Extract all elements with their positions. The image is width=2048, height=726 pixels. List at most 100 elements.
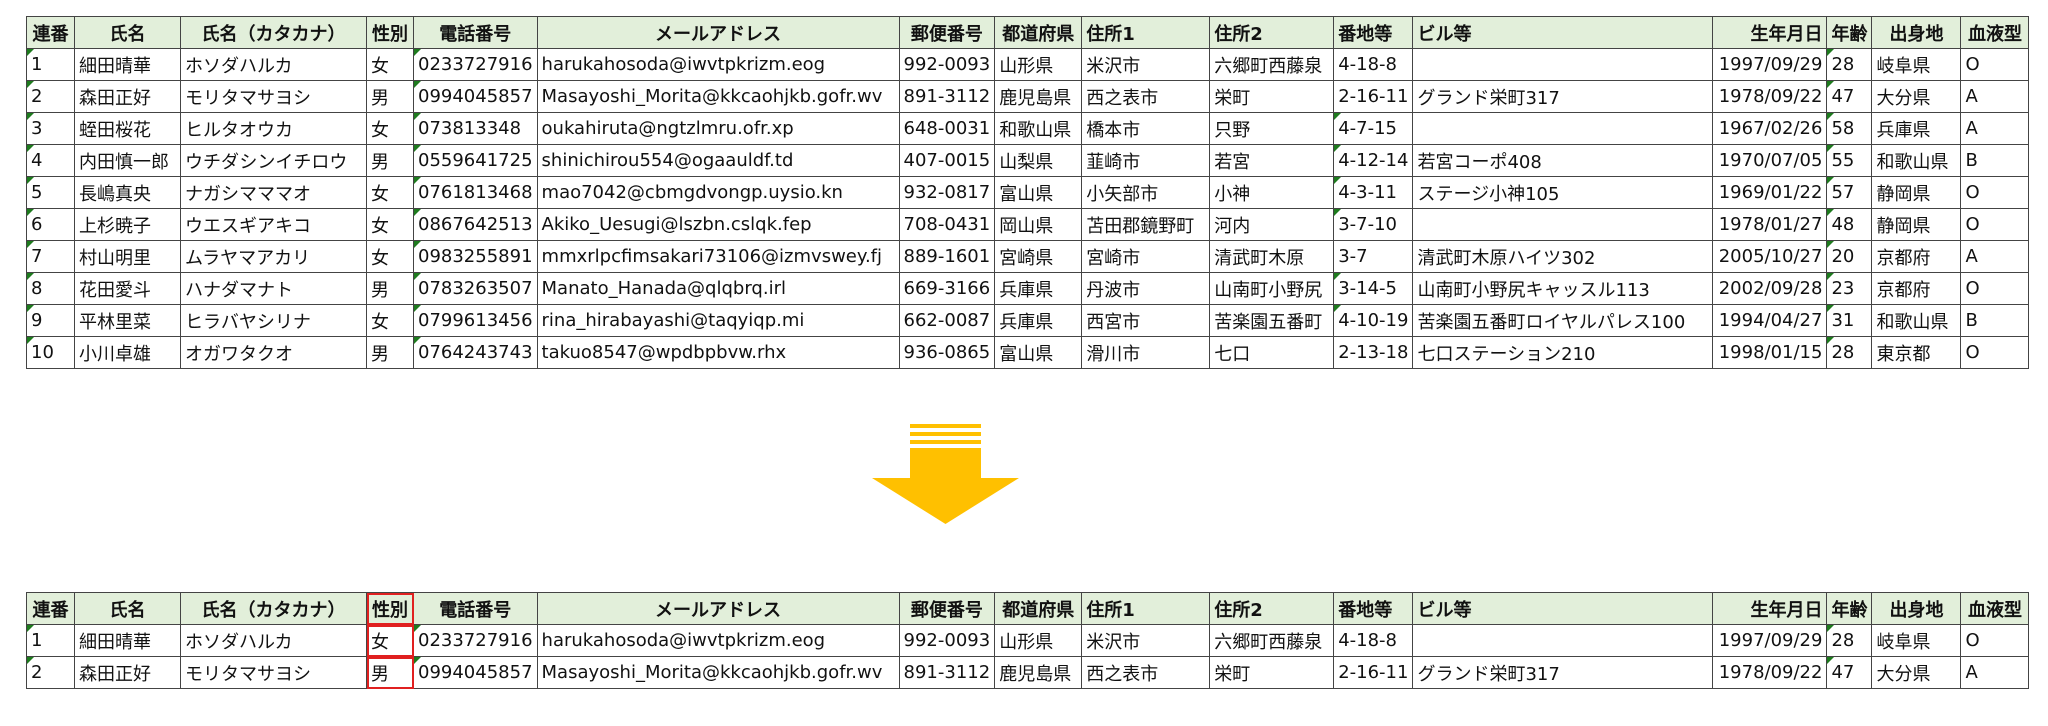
header-building[interactable]: ビル等 bbox=[1412, 592, 1714, 625]
cell-phone[interactable]: 0761813468 bbox=[413, 176, 538, 209]
cell-birthdate[interactable]: 1967/02/26 bbox=[1712, 112, 1828, 145]
cell-birthplace[interactable]: 静岡県 bbox=[1871, 176, 1962, 209]
cell-address2[interactable]: 小神 bbox=[1209, 176, 1335, 209]
cell-address1[interactable]: 苫田郡鏡野町 bbox=[1081, 208, 1211, 241]
cell-gender[interactable]: 男 bbox=[366, 144, 414, 177]
cell-birthplace[interactable]: 和歌山県 bbox=[1871, 304, 1962, 337]
header-name[interactable]: 氏名 bbox=[74, 16, 181, 49]
cell-name-kana[interactable]: ウエスギアキコ bbox=[180, 208, 367, 241]
cell-name-kana[interactable]: モリタマサヨシ bbox=[180, 656, 367, 689]
cell-blood-type[interactable]: O bbox=[1960, 624, 2030, 657]
cell-postal-code[interactable]: 889-1601 bbox=[898, 240, 996, 273]
cell-name[interactable]: 細田晴華 bbox=[74, 624, 181, 657]
cell-blood-type[interactable]: O bbox=[1960, 208, 2030, 241]
header-block[interactable]: 番地等 bbox=[1333, 592, 1414, 625]
cell-email[interactable]: Manato_Hanada@qlqbrq.irl bbox=[536, 272, 900, 305]
header-age[interactable]: 年齢 bbox=[1826, 16, 1873, 49]
cell-birthdate[interactable]: 1969/01/22 bbox=[1712, 176, 1828, 209]
cell-name-kana[interactable]: ハナダマナト bbox=[180, 272, 367, 305]
cell-age[interactable]: 20 bbox=[1826, 240, 1873, 273]
header-blood-type[interactable]: 血液型 bbox=[1960, 592, 2030, 625]
cell-prefecture[interactable]: 山梨県 bbox=[994, 144, 1083, 177]
cell-name[interactable]: 森田正好 bbox=[74, 80, 181, 113]
cell-blood-type[interactable]: O bbox=[1960, 48, 2030, 81]
cell-age[interactable]: 28 bbox=[1826, 48, 1873, 81]
cell-birthplace[interactable]: 京都府 bbox=[1871, 272, 1962, 305]
cell-birthdate[interactable]: 1997/09/29 bbox=[1712, 624, 1828, 657]
cell-prefecture[interactable]: 兵庫県 bbox=[994, 272, 1083, 305]
cell-block[interactable]: 3-7 bbox=[1333, 240, 1414, 273]
cell-address1[interactable]: 西之表市 bbox=[1081, 80, 1211, 113]
cell-age[interactable]: 55 bbox=[1826, 144, 1873, 177]
cell-serial[interactable]: 3 bbox=[26, 112, 75, 145]
cell-postal-code[interactable]: 708-0431 bbox=[898, 208, 996, 241]
cell-prefecture[interactable]: 山形県 bbox=[994, 624, 1083, 657]
cell-building[interactable] bbox=[1412, 48, 1714, 81]
cell-phone[interactable]: 0764243743 bbox=[413, 336, 538, 369]
header-birthdate[interactable]: 生年月日 bbox=[1712, 592, 1828, 625]
cell-block[interactable]: 4-7-15 bbox=[1333, 112, 1414, 145]
cell-name[interactable]: 内田慎一郎 bbox=[74, 144, 181, 177]
cell-block[interactable]: 2-16-11 bbox=[1333, 80, 1414, 113]
cell-birthplace[interactable]: 京都府 bbox=[1871, 240, 1962, 273]
header-gender[interactable]: 性別 bbox=[366, 592, 414, 625]
header-phone[interactable]: 電話番号 bbox=[413, 592, 538, 625]
cell-address1[interactable]: 丹波市 bbox=[1081, 272, 1211, 305]
cell-phone[interactable]: 0867642513 bbox=[413, 208, 538, 241]
cell-address2[interactable]: 河内 bbox=[1209, 208, 1335, 241]
cell-serial[interactable]: 9 bbox=[26, 304, 75, 337]
cell-name[interactable]: 小川卓雄 bbox=[74, 336, 181, 369]
cell-building[interactable]: 若宮コーポ408 bbox=[1412, 144, 1714, 177]
cell-postal-code[interactable]: 662-0087 bbox=[898, 304, 996, 337]
cell-birthplace[interactable]: 大分県 bbox=[1871, 80, 1962, 113]
cell-serial[interactable]: 4 bbox=[26, 144, 75, 177]
header-name-kana[interactable]: 氏名（カタカナ） bbox=[180, 16, 367, 49]
cell-name-kana[interactable]: ヒラバヤシリナ bbox=[180, 304, 367, 337]
cell-name[interactable]: 森田正好 bbox=[74, 656, 181, 689]
cell-building[interactable]: ステージ小神105 bbox=[1412, 176, 1714, 209]
cell-blood-type[interactable]: A bbox=[1960, 656, 2030, 689]
cell-gender[interactable]: 女 bbox=[366, 48, 414, 81]
cell-age[interactable]: 28 bbox=[1826, 624, 1873, 657]
cell-blood-type[interactable]: B bbox=[1960, 144, 2030, 177]
header-postal-code[interactable]: 郵便番号 bbox=[898, 592, 996, 625]
cell-building[interactable]: 清武町木原ハイツ302 bbox=[1412, 240, 1714, 273]
cell-name[interactable]: 蛭田桜花 bbox=[74, 112, 181, 145]
cell-name[interactable]: 花田愛斗 bbox=[74, 272, 181, 305]
cell-age[interactable]: 58 bbox=[1826, 112, 1873, 145]
cell-prefecture[interactable]: 兵庫県 bbox=[994, 304, 1083, 337]
cell-prefecture[interactable]: 鹿児島県 bbox=[994, 80, 1083, 113]
header-address2[interactable]: 住所2 bbox=[1209, 592, 1335, 625]
cell-birthdate[interactable]: 1997/09/29 bbox=[1712, 48, 1828, 81]
cell-email[interactable]: mmxrlpcfimsakari73106@izmvswey.fj bbox=[536, 240, 900, 273]
cell-email[interactable]: shinichirou554@ogaauldf.td bbox=[536, 144, 900, 177]
header-email[interactable]: メールアドレス bbox=[536, 16, 900, 49]
cell-name[interactable]: 平林里菜 bbox=[74, 304, 181, 337]
header-phone[interactable]: 電話番号 bbox=[413, 16, 538, 49]
cell-birthdate[interactable]: 2002/09/28 bbox=[1712, 272, 1828, 305]
cell-prefecture[interactable]: 富山県 bbox=[994, 176, 1083, 209]
cell-birthplace[interactable]: 静岡県 bbox=[1871, 208, 1962, 241]
cell-serial[interactable]: 1 bbox=[26, 48, 75, 81]
cell-blood-type[interactable]: A bbox=[1960, 240, 2030, 273]
header-name[interactable]: 氏名 bbox=[74, 592, 181, 625]
cell-birthdate[interactable]: 1970/07/05 bbox=[1712, 144, 1828, 177]
cell-postal-code[interactable]: 932-0817 bbox=[898, 176, 996, 209]
cell-email[interactable]: Masayoshi_Morita@kkcaohjkb.gofr.wv bbox=[536, 656, 900, 689]
cell-building[interactable] bbox=[1412, 624, 1714, 657]
cell-address1[interactable]: 米沢市 bbox=[1081, 48, 1211, 81]
cell-address2[interactable]: 栄町 bbox=[1209, 80, 1335, 113]
cell-serial[interactable]: 2 bbox=[26, 656, 75, 689]
cell-serial[interactable]: 7 bbox=[26, 240, 75, 273]
cell-age[interactable]: 23 bbox=[1826, 272, 1873, 305]
cell-blood-type[interactable]: A bbox=[1960, 112, 2030, 145]
header-address1[interactable]: 住所1 bbox=[1081, 592, 1211, 625]
cell-gender[interactable]: 男 bbox=[366, 272, 414, 305]
cell-address2[interactable]: 六郷町西藤泉 bbox=[1209, 624, 1335, 657]
cell-address1[interactable]: 滑川市 bbox=[1081, 336, 1211, 369]
cell-serial[interactable]: 1 bbox=[26, 624, 75, 657]
cell-block[interactable]: 2-13-18 bbox=[1333, 336, 1414, 369]
cell-prefecture[interactable]: 宮崎県 bbox=[994, 240, 1083, 273]
cell-block[interactable]: 4-10-19 bbox=[1333, 304, 1414, 337]
header-block[interactable]: 番地等 bbox=[1333, 16, 1414, 49]
